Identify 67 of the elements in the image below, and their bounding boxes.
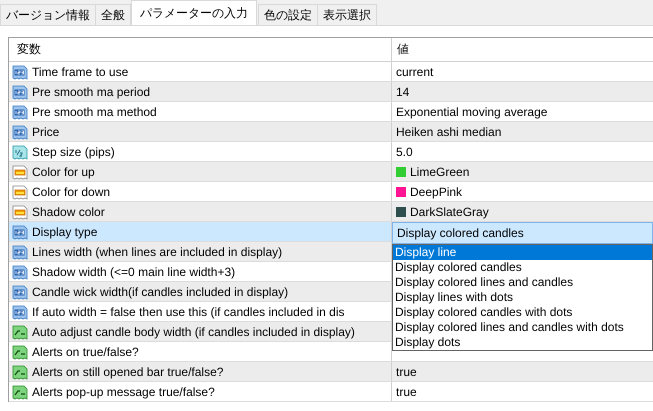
parameter-name: Step size (pips) [32,144,115,158]
parameter-name: Shadow color [32,204,105,218]
integer-icon [12,244,28,260]
parameter-row[interactable]: Step size (pips) 5.0 [9,142,653,162]
parameter-row[interactable]: Time frame to use current [9,62,653,82]
parameter-value: current [396,64,434,78]
parameter-name: Auto adjust candle body width (if candles included in display) [32,324,355,338]
integer-icon [12,64,28,80]
parameter-name: Alerts pop-up message true/false? [32,384,215,398]
parameter-row[interactable]: Pre smooth ma period 14 [9,82,653,102]
parameter-row[interactable]: Alerts pop-up message true/false? true [9,382,653,402]
color-palette-icon [12,164,28,180]
integer-icon [12,224,28,240]
parameter-name: Time frame to use [32,64,128,78]
fraction-icon [12,144,28,160]
parameter-value: true [396,384,417,398]
integer-icon [12,304,28,320]
dropdown-option[interactable]: Display colored candles with dots [393,305,652,320]
tab[interactable]: 表示選択 [317,4,377,25]
integer-icon [12,284,28,300]
tab[interactable]: バージョン情報 [0,4,96,25]
parameter-name: Pre smooth ma method [32,104,157,118]
display-type-dropdown[interactable]: Display colored candles [392,222,653,244]
parameter-name: Price [32,124,60,138]
parameter-row[interactable]: Price Heiken ashi median [9,122,653,142]
parameter-row[interactable]: Shadow color DarkSlateGray [9,202,653,222]
parameter-row[interactable]: Alerts on still opened bar true/false? true [9,362,653,382]
column-header: 変数 [16,41,42,58]
parameter-name: Lines width (when lines are included in display) [32,244,282,258]
parameter-name: Alerts on still opened bar true/false? [32,364,224,378]
color-palette-icon [12,204,28,220]
color-palette-icon [12,184,28,200]
parameter-value: DeepPink [410,184,462,198]
parameter-name: Color for down [32,184,110,198]
parameter-name: Display type [32,224,98,238]
column-header: 値 [391,38,653,61]
parameter-row[interactable]: Color for down DeepPink [9,182,653,202]
parameter-value: Exponential moving average [396,104,548,118]
toggle-icon [12,364,28,380]
toggle-icon [12,324,28,340]
parameter-name: Candle wick width(if candles included in display) [32,284,288,298]
integer-icon [12,84,28,100]
parameter-value: Heiken ashi median [396,124,502,138]
dropdown-option[interactable]: Display colored lines and candles with dots [393,320,652,335]
integer-icon [12,124,28,140]
dropdown-option[interactable]: Display lines with dots [393,290,652,305]
integer-icon [12,104,28,120]
tab[interactable]: パラメーターの入力 [131,0,257,25]
parameter-value: true [396,364,417,378]
parameter-name: Shadow width (<=0 main line width+3) [32,264,236,278]
parameter-name: Color for up [32,164,95,178]
parameter-name: Pre smooth ma period [32,84,150,98]
dropdown-option[interactable]: Display colored candles [393,260,652,275]
toggle-icon [12,344,28,360]
integer-icon [12,264,28,280]
parameter-row[interactable]: Pre smooth ma method Exponential moving average [9,102,653,122]
tab[interactable]: 全般 [95,4,131,25]
parameter-name: Alerts on true/false? [32,344,139,358]
tab[interactable]: 色の設定 [258,4,318,25]
parameter-value: DarkSlateGray [410,204,489,218]
parameter-value: LimeGreen [410,164,470,178]
dropdown-option[interactable]: Display line [393,245,652,260]
parameter-value: 5.0 [396,144,413,158]
toggle-icon [12,384,28,400]
parameter-name: If auto width = false then use this (if candles included in dis [32,304,345,318]
parameter-row[interactable]: Color for up LimeGreen [9,162,653,182]
parameter-value: 14 [396,84,410,98]
